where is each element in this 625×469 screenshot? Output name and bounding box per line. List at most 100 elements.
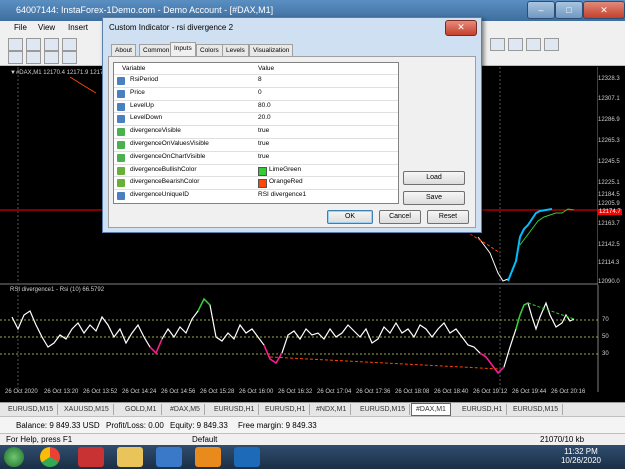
param-value[interactable]: OrangeRed [269, 178, 303, 185]
app-icon[interactable] [156, 447, 182, 467]
param-value[interactable]: true [258, 153, 269, 160]
chrome-icon[interactable] [40, 447, 60, 467]
param-value[interactable]: 0 [258, 89, 262, 96]
chart-tab[interactable]: EURUSD,H1 [261, 404, 311, 415]
param-value[interactable]: RSI divergence1 [258, 191, 306, 198]
price-label: 12328.3 [598, 76, 620, 82]
chart-tab[interactable]: #DAX,M5 [166, 404, 205, 415]
chart-tab[interactable]: EURUSD,M15 [509, 404, 564, 415]
param-value[interactable]: 8 [258, 76, 262, 83]
metatrader-icon[interactable] [234, 447, 260, 467]
crosshair-icon[interactable] [26, 51, 41, 64]
chart-tab[interactable]: XAUUSD,M15 [60, 404, 114, 415]
maximize-button[interactable]: □ [555, 1, 583, 19]
profile-text: Default [192, 435, 218, 444]
bearish-divergence-line [469, 233, 501, 254]
time-label: 26 Oct 14:24 [122, 389, 157, 395]
rsi-bull-highlight [515, 302, 529, 330]
load-button[interactable]: Load [403, 171, 465, 185]
cursor-icon[interactable] [8, 51, 23, 64]
zoom-in-icon[interactable] [490, 38, 505, 51]
dialog-close-button[interactable]: ✕ [445, 20, 477, 36]
price-label: 12163.7 [598, 221, 620, 227]
number-type-icon [117, 89, 125, 98]
vertical-line-icon[interactable] [44, 51, 59, 64]
param-row-divergenceonchartvisible[interactable]: divergenceOnChartVisible true [114, 150, 398, 164]
app-icon[interactable] [78, 447, 104, 467]
rsi-level-label: 50 [602, 334, 609, 340]
time-label: 26 Oct 18:40 [434, 389, 469, 395]
menu-view[interactable]: View [38, 23, 55, 32]
time-label: 26 Oct 2020 [5, 389, 38, 395]
chart-tab-active[interactable]: #DAX,M1 [411, 403, 451, 416]
param-row-divergenceuniqueid[interactable]: divergenceUniqueID RSI divergence1 [114, 189, 398, 202]
chart-tab[interactable]: EURUSD,H1 [210, 404, 260, 415]
reset-button[interactable]: Reset [427, 210, 469, 224]
close-button[interactable]: ✕ [583, 1, 625, 19]
param-value[interactable]: true [258, 127, 269, 134]
time-label: 26 Oct 13:20 [44, 389, 79, 395]
bool-type-icon [117, 141, 125, 149]
param-value[interactable]: 20.0 [258, 114, 271, 121]
param-row-price[interactable]: Price 0 [114, 86, 398, 100]
rsi-bear-highlight [149, 338, 163, 355]
tile-windows-icon[interactable] [526, 38, 541, 51]
params-grid: Variable Value RsiPeriod 8 Price 0 LevelUp 80… [113, 62, 399, 204]
chart-tab[interactable]: GOLD,M1 [121, 404, 162, 415]
price-label: 12307.1 [598, 96, 620, 102]
chart-shift-icon[interactable] [544, 38, 559, 51]
tab-inputs[interactable]: Inputs [170, 42, 196, 57]
start-button-icon[interactable] [4, 447, 24, 467]
price-label: 12205.9 [598, 201, 620, 207]
top-left-price-line [69, 76, 97, 94]
clock[interactable]: 11:32 PM 10/26/2020 [561, 447, 601, 465]
market-watch-icon[interactable] [44, 38, 59, 51]
chart-tab[interactable]: EURUSD,M15 [4, 404, 59, 415]
bullish-divergence-line [519, 208, 575, 246]
chart-tab[interactable]: EURUSD,H1 [458, 404, 508, 415]
param-value[interactable]: 80.0 [258, 102, 271, 109]
dialog-title: Custom Indicator - rsi divergence 2 [109, 23, 234, 32]
custom-indicator-dialog: Custom Indicator - rsi divergence 2 ✕ Ab… [102, 17, 482, 233]
param-value[interactable]: true [258, 140, 269, 147]
param-row-leveldown[interactable]: LevelDown 20.0 [114, 112, 398, 125]
param-row-divergenceonvaluesvisible[interactable]: divergenceOnValuesVisible true [114, 138, 398, 151]
param-row-levelup[interactable]: LevelUp 80.0 [114, 99, 398, 113]
minimize-button[interactable]: – [527, 1, 555, 19]
save-button[interactable]: Save [403, 191, 465, 205]
file-explorer-icon[interactable] [117, 447, 143, 467]
bool-type-icon [117, 153, 125, 162]
cancel-button[interactable]: Cancel [379, 210, 421, 224]
price-label: 12142.5 [598, 242, 620, 248]
time-label: 26 Oct 16:32 [278, 389, 313, 395]
param-row-divergencevisible[interactable]: divergenceVisible true [114, 125, 398, 138]
menu-file[interactable]: File [14, 23, 27, 32]
time-label: 26 Oct 20:16 [551, 389, 586, 395]
color-type-icon [117, 166, 125, 175]
menu-insert[interactable]: Insert [68, 23, 88, 32]
param-name: Price [130, 88, 145, 96]
param-row-divergencebullishcolor[interactable]: divergenceBullishColor LimeGreen [114, 163, 398, 177]
column-header-variable: Variable [122, 65, 146, 72]
new-chart-icon[interactable] [8, 38, 23, 51]
param-value[interactable]: LimeGreen [269, 166, 301, 173]
param-row-rsiperiod[interactable]: RsiPeriod 8 [114, 74, 398, 87]
zoom-out-icon[interactable] [508, 38, 523, 51]
time-label: 26 Oct 19:44 [512, 389, 547, 395]
rsi-level-label: 70 [602, 317, 609, 323]
profiles-icon[interactable] [26, 38, 41, 51]
ok-button[interactable]: OK [327, 210, 373, 224]
param-name: LevelDown [130, 114, 163, 122]
vlc-icon[interactable] [195, 447, 221, 467]
param-row-divergencebearishcolor[interactable]: divergenceBearishColor OrangeRed [114, 176, 398, 189]
param-name: divergenceOnValuesVisible [130, 140, 209, 147]
time-label: 26 Oct 17:04 [317, 389, 352, 395]
horizontal-line-icon[interactable] [62, 51, 77, 64]
time-label: 26 Oct 17:36 [356, 389, 391, 395]
chart-tab[interactable]: EURUSD,M15 [356, 404, 411, 415]
equity-text: Equity: 9 849.33 [170, 421, 228, 430]
price-label: 12184.5 [598, 192, 620, 198]
navigator-icon[interactable] [62, 38, 77, 51]
color-swatch [258, 179, 267, 189]
chart-tab[interactable]: #NDX,M1 [312, 404, 352, 415]
